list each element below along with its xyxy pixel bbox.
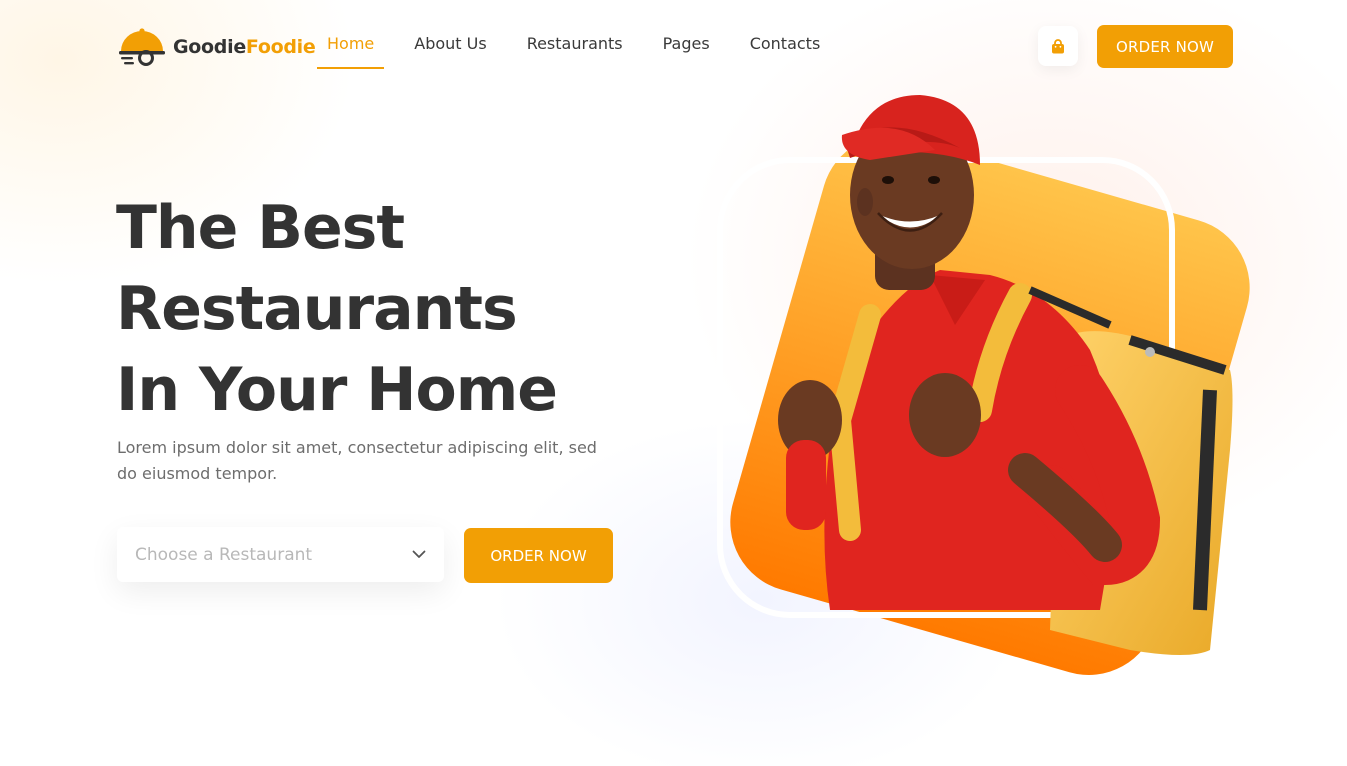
logo-text-part1: Goodie xyxy=(173,36,246,58)
hero-title-line-2: Restaurants xyxy=(116,274,518,344)
hero-title-line-3: In Your Home xyxy=(116,355,558,425)
site-header: GoodieFoodie Home About Us Restaurants P… xyxy=(0,0,1347,92)
nav-pages[interactable]: Pages xyxy=(653,30,720,69)
shopping-bag-icon xyxy=(1052,38,1064,53)
chevron-down-icon xyxy=(412,550,426,558)
logo[interactable]: GoodieFoodie xyxy=(117,27,316,67)
hero-order-now-button[interactable]: ORDER NOW xyxy=(464,528,613,583)
hero-image xyxy=(717,95,1250,675)
nav-home[interactable]: Home xyxy=(317,30,385,69)
restaurant-select-placeholder: Choose a Restaurant xyxy=(135,544,313,565)
nav-restaurants[interactable]: Restaurants xyxy=(517,30,633,69)
cloche-logo-icon xyxy=(119,28,165,66)
cart-button[interactable] xyxy=(1038,26,1078,66)
logo-text-part2: Foodie xyxy=(245,36,316,58)
nav-contacts[interactable]: Contacts xyxy=(740,30,831,69)
hero-title-line-1: The Best xyxy=(116,193,405,263)
hero-title: The Best Restaurants In Your Home xyxy=(116,188,676,431)
restaurant-select[interactable]: Choose a Restaurant xyxy=(117,527,444,582)
nav-about-us[interactable]: About Us xyxy=(404,30,496,69)
main-nav: Home About Us Restaurants Pages Contacts xyxy=(317,30,850,69)
logo-text: GoodieFoodie xyxy=(173,36,316,58)
header-order-now-button[interactable]: ORDER NOW xyxy=(1097,25,1233,68)
hero-description: Lorem ipsum dolor sit amet, consectetur … xyxy=(117,438,597,483)
